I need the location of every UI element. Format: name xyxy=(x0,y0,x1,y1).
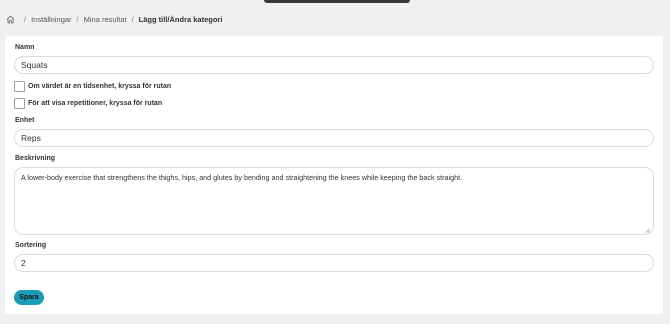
time-unit-checkbox-label: Om värdet är en tidsenhet, kryssa för ru… xyxy=(28,83,172,90)
breadcrumb-current: Lägg till/Ändra kategori xyxy=(138,14,223,24)
top-bar-stub xyxy=(264,0,410,3)
resize-handle-icon[interactable] xyxy=(645,226,650,233)
save-button[interactable]: Spara xyxy=(14,290,44,305)
reps-checkbox-row[interactable]: För att visa repetitioner, kryssa för ru… xyxy=(14,98,162,109)
time-unit-checkbox-row[interactable]: Om värdet är en tidsenhet, kryssa för ru… xyxy=(14,81,171,92)
home-icon[interactable] xyxy=(6,15,15,24)
category-form-card: Namn Squats Om värdet är en tidsenhet, k… xyxy=(5,36,663,314)
breadcrumb-separator: / xyxy=(76,14,79,24)
description-textarea[interactable]: A lower-body exercise that strengthens t… xyxy=(14,167,654,235)
unit-input[interactable]: Reps xyxy=(14,129,654,147)
breadcrumb-separator: / xyxy=(131,14,134,24)
sort-input[interactable]: 2 xyxy=(14,254,654,272)
breadcrumb-item-mina-resultat[interactable]: Mina resultat xyxy=(84,15,127,24)
time-unit-checkbox[interactable] xyxy=(14,81,25,92)
breadcrumb: / Inställningar / Mina resultat / Lägg t… xyxy=(6,12,222,26)
unit-label: Enhet xyxy=(15,117,35,124)
description-label: Beskrivning xyxy=(15,155,56,162)
breadcrumb-item-installningar[interactable]: Inställningar xyxy=(31,15,71,24)
sort-label: Sortering xyxy=(15,242,47,249)
description-text: A lower-body exercise that strengthens t… xyxy=(21,173,463,182)
name-input[interactable]: Squats xyxy=(14,56,654,74)
name-label: Namn xyxy=(15,44,35,51)
reps-checkbox-label: För att visa repetitioner, kryssa för ru… xyxy=(28,100,163,107)
reps-checkbox[interactable] xyxy=(14,98,25,109)
breadcrumb-separator: / xyxy=(24,14,27,24)
